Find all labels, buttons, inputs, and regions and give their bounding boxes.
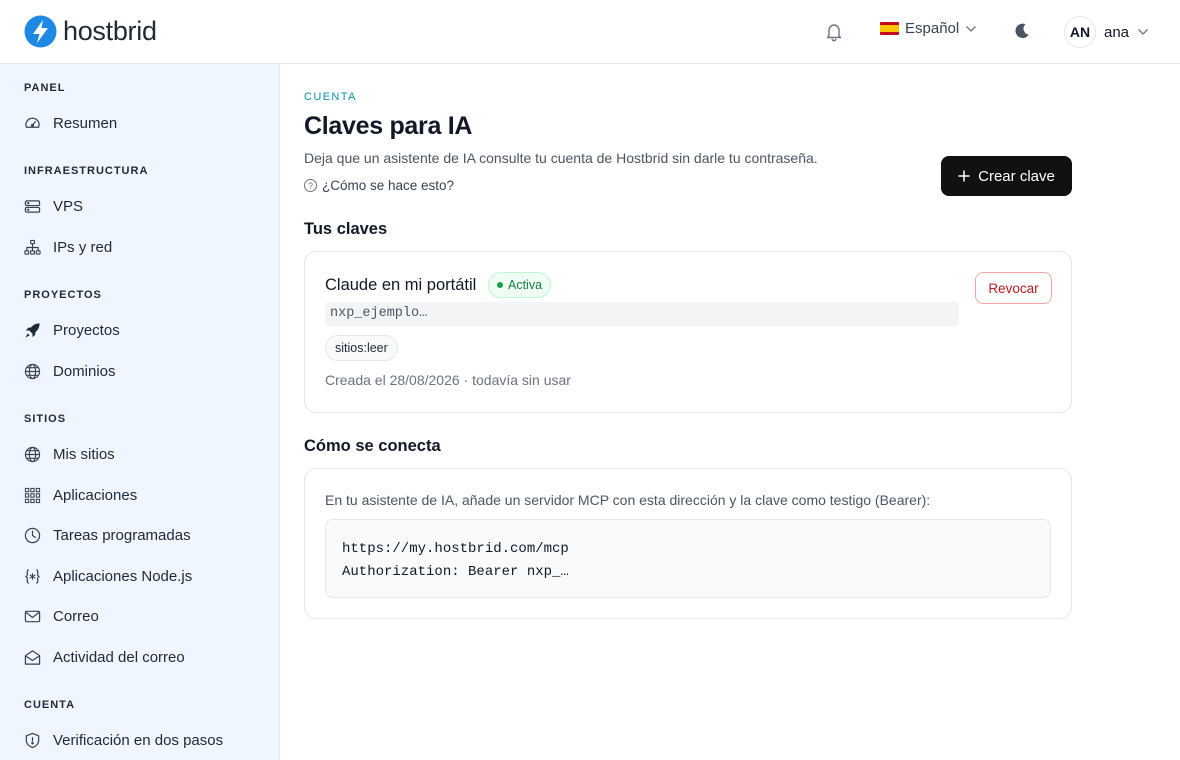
sidebar-section-panel: PANEL	[24, 82, 66, 94]
sidebar-item-verificacion-dos-pasos[interactable]: Verificación en dos pasos	[24, 729, 223, 751]
globe-icon	[24, 363, 41, 379]
bell-icon[interactable]	[824, 21, 844, 43]
gauge-icon	[25, 117, 40, 128]
connect-card: En tu asistente de IA, añade un servidor…	[304, 468, 1072, 619]
sidebar-section-sitios: SITIOS	[24, 413, 67, 425]
bolt-logo-icon	[24, 15, 57, 48]
globe-icon	[24, 446, 41, 462]
sidebar: PANEL Resumen INFRAESTRUCTURA VPS IPs y …	[0, 64, 280, 760]
top-bar: hostbrid Español AN ana	[0, 0, 1180, 64]
question-circle-icon: ?	[304, 179, 317, 192]
sidebar-section-cuenta: CUENTA	[24, 699, 76, 711]
status-label: Activa	[508, 278, 543, 292]
scope-tag: sitios:leer	[325, 335, 398, 361]
user-menu[interactable]: AN ana	[1064, 16, 1149, 48]
avatar: AN	[1064, 16, 1096, 48]
sidebar-item-label: Actividad del correo	[53, 648, 185, 666]
sidebar-item-label: IPs y red	[53, 238, 113, 256]
plus-icon	[958, 170, 970, 182]
code-line-auth: Authorization: Bearer nxp_…	[342, 564, 569, 580]
help-link-label: ¿Cómo se hace esto?	[322, 178, 455, 193]
page-eyebrow: CUENTA	[304, 91, 357, 103]
page-description: Deja que un asistente de IA consulte tu …	[304, 150, 818, 166]
braces-icon	[25, 568, 40, 584]
revoke-button[interactable]: Revocar	[975, 272, 1052, 304]
brand-logo[interactable]: hostbrid	[24, 15, 157, 48]
sidebar-item-label: Resumen	[53, 114, 118, 132]
sidebar-item-label: Aplicaciones	[53, 486, 138, 504]
sidebar-section-infraestructura: INFRAESTRUCTURA	[24, 165, 149, 177]
sidebar-item-actividad-del-correo[interactable]: Actividad del correo	[24, 646, 185, 668]
grid-icon	[24, 487, 41, 503]
key-meta: Creada el 28/08/2026 · todavía sin usar	[325, 372, 571, 388]
key-prefix: nxp_ejemplo…	[325, 302, 959, 327]
sidebar-item-label: Verificación en dos pasos	[53, 731, 224, 749]
connect-instructions: En tu asistente de IA, añade un servidor…	[325, 492, 931, 508]
connect-heading: Cómo se conecta	[304, 437, 441, 455]
brand-name: hostbrid	[63, 16, 157, 46]
sidebar-item-proyectos[interactable]: Proyectos	[24, 319, 120, 341]
page-title: Claves para IA	[304, 112, 473, 140]
status-dot-icon	[497, 282, 503, 288]
sidebar-item-label: Correo	[53, 607, 99, 625]
mail-icon	[24, 610, 41, 622]
api-key-card: Claude en mi portátil Activa nxp_ejemplo…	[304, 251, 1072, 413]
network-icon	[24, 239, 41, 255]
sidebar-item-dominios[interactable]: Dominios	[24, 360, 116, 382]
create-key-button[interactable]: Crear clave	[941, 156, 1072, 196]
sidebar-item-mis-sitios[interactable]: Mis sitios	[24, 443, 115, 465]
sidebar-item-resumen[interactable]: Resumen	[24, 112, 117, 134]
rocket-icon	[25, 322, 40, 338]
sidebar-item-tareas-programadas[interactable]: Tareas programadas	[24, 524, 191, 546]
chevron-down-icon	[1138, 29, 1148, 35]
shield-icon	[25, 732, 40, 748]
status-badge: Activa	[488, 272, 552, 298]
code-line-url: https://my.hostbrid.com/mcp	[342, 541, 569, 557]
sidebar-item-aplicaciones-nodejs[interactable]: Aplicaciones Node.js	[24, 565, 192, 587]
user-name: ana	[1104, 23, 1130, 41]
language-selector[interactable]: Español	[880, 20, 977, 37]
create-key-label: Crear clave	[978, 167, 1055, 185]
help-link[interactable]: ? ¿Cómo se hace esto?	[304, 178, 454, 193]
chevron-down-icon	[966, 25, 977, 32]
sidebar-item-label: Proyectos	[53, 321, 120, 339]
sidebar-item-label: Dominios	[53, 362, 116, 380]
sidebar-item-label: Mis sitios	[53, 445, 115, 463]
server-icon	[24, 199, 41, 213]
sidebar-item-correo[interactable]: Correo	[24, 605, 99, 627]
sidebar-item-label: Aplicaciones Node.js	[53, 567, 193, 585]
sidebar-item-label: Tareas programadas	[53, 526, 191, 544]
keys-heading: Tus claves	[304, 220, 388, 238]
moon-icon[interactable]	[1012, 21, 1032, 41]
sidebar-section-proyectos: PROYECTOS	[24, 289, 102, 301]
mail-open-icon	[24, 649, 41, 665]
code-block[interactable]: https://my.hostbrid.com/mcp Authorizatio…	[325, 519, 1051, 598]
sidebar-item-ips-y-red[interactable]: IPs y red	[24, 236, 112, 258]
clock-icon	[24, 527, 41, 543]
sidebar-item-vps[interactable]: VPS	[24, 195, 83, 217]
spain-flag-icon	[880, 22, 899, 35]
sidebar-item-label: VPS	[53, 197, 84, 215]
language-label: Español	[905, 20, 960, 37]
key-name: Claude en mi portátil	[325, 276, 477, 294]
sidebar-item-aplicaciones[interactable]: Aplicaciones	[24, 484, 137, 506]
